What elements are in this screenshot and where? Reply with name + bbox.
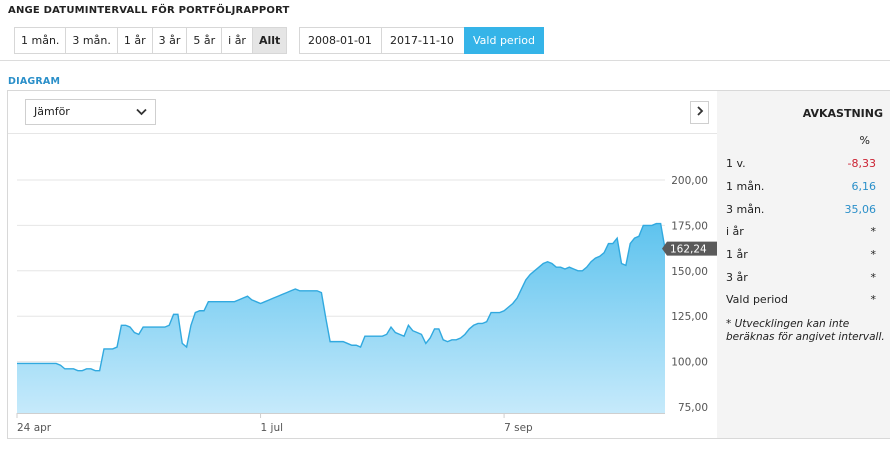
selected-period-button[interactable]: Vald period: [464, 27, 544, 54]
y-tick-label: 100,00: [671, 357, 708, 369]
range-button-1-year[interactable]: 1 år: [116, 27, 153, 54]
return-row-label: 3 år: [726, 271, 748, 284]
compare-select-label: Jämför: [34, 105, 70, 118]
section-divider: [0, 60, 890, 61]
range-button-3-years[interactable]: 3 år: [151, 27, 188, 54]
returns-panel: AVKASTNING % 1 v. -8,33 1 mån. 6,16 3 mån. 35…: [717, 90, 890, 439]
return-row-value: 35,06: [844, 203, 877, 216]
x-tick-label: 24 apr: [17, 422, 52, 434]
returns-title: AVKASTNING: [802, 107, 883, 120]
range-section-title: ANGE DATUMINTERVALL FÖR PORTFÖLJRAPPORT: [8, 5, 290, 16]
return-row-value: *: [870, 271, 877, 284]
return-row: 1 år *: [726, 248, 876, 266]
return-row-value: *: [870, 225, 877, 238]
return-row: Vald period *: [726, 293, 876, 311]
chevron-down-icon: [136, 108, 147, 116]
return-row-label: 1 år: [726, 248, 748, 261]
range-button-all[interactable]: Allt: [251, 27, 288, 54]
x-tick-label: 1 jul: [261, 422, 284, 434]
y-tick-label: 200,00: [671, 175, 708, 187]
returns-unit: %: [859, 134, 870, 147]
returns-footnote: * Utvecklingen kan inte beräknas för ang…: [726, 318, 885, 343]
y-tick-label: 150,00: [671, 266, 708, 278]
return-row-value: *: [870, 248, 877, 261]
return-row-label: i år: [726, 225, 744, 238]
last-value-label: 162,24: [670, 244, 707, 256]
diagram-title: DIAGRAM: [8, 76, 61, 87]
x-tick-label: 7 sep: [504, 422, 533, 434]
y-tick-label: 175,00: [671, 220, 708, 232]
date-range-group: 2008-01-01 2017-11-10 Vald period: [299, 27, 544, 54]
return-row-label: Vald period: [726, 293, 788, 306]
return-row-label: 3 mån.: [726, 203, 765, 216]
chart-toolbar: Jämför: [8, 91, 717, 134]
from-date-input[interactable]: 2008-01-01: [299, 27, 382, 54]
compare-select[interactable]: Jämför: [25, 99, 156, 125]
range-button-this-year[interactable]: i år: [221, 27, 253, 54]
expand-panel-button[interactable]: [690, 101, 709, 124]
return-row-value: -8,33: [847, 157, 876, 170]
range-button-1-month[interactable]: 1 mån.: [14, 27, 67, 54]
range-button-group: 1 mån. 3 mån. 1 år 3 år 5 år i år Allt: [14, 27, 288, 54]
return-row-label: 1 v.: [726, 157, 746, 170]
return-row: i år *: [726, 225, 876, 243]
range-button-3-months[interactable]: 3 mån.: [65, 27, 118, 54]
performance-chart[interactable]: 75,00 100,00 125,00 150,00 175,00 200,00 24 ap…: [8, 134, 717, 438]
y-tick-label: 75,00: [678, 402, 708, 414]
range-button-5-years[interactable]: 5 år: [186, 27, 223, 54]
return-row: 1 v. -8,33: [726, 157, 876, 175]
chart-panel: Jämför 75,00 100,00 125,00 150,00 175,00 200,…: [7, 90, 718, 439]
return-row-value: *: [870, 293, 877, 306]
to-date-input[interactable]: 2017-11-10: [381, 27, 465, 54]
return-row-label: 1 mån.: [726, 180, 765, 193]
area-fill: [17, 223, 665, 413]
y-tick-label: 125,00: [671, 311, 708, 323]
return-row-value: 6,16: [851, 180, 877, 193]
chevron-right-icon: [696, 106, 703, 116]
return-row: 3 år *: [726, 271, 876, 289]
return-row: 3 mån. 35,06: [726, 203, 876, 221]
return-row: 1 mån. 6,16: [726, 180, 876, 198]
